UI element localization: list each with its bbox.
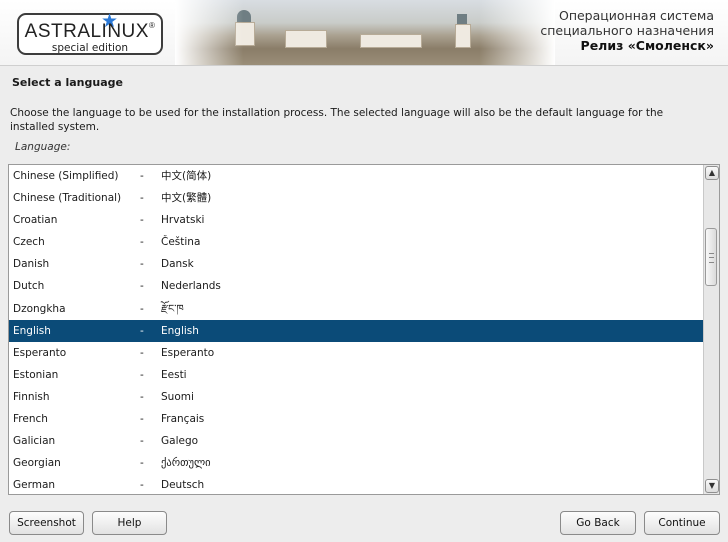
native-name: Suomi <box>161 390 194 403</box>
native-name: Hrvatski <box>161 214 205 227</box>
scroll-down-arrow-icon[interactable]: ▼ <box>705 479 719 493</box>
language-rows: Chinese (Simplified) - 中文(简体) Chinese (Trad… <box>9 165 704 494</box>
language-name: Galician <box>13 435 56 448</box>
header-banner: ★ ASTRALINUX® special edition Операционн… <box>0 0 728 66</box>
scroll-up-arrow-icon[interactable]: ▲ <box>705 166 719 180</box>
separator: - <box>140 413 144 426</box>
language-row[interactable]: Dutch - Nederlands <box>9 275 704 297</box>
separator: - <box>140 346 144 359</box>
language-row[interactable]: Danish - Dansk <box>9 253 704 275</box>
language-name: Estonian <box>13 368 59 381</box>
language-row[interactable]: Dzongkha - རྫོང་ཁ <box>9 298 704 320</box>
page-title: Select a language <box>12 76 123 89</box>
language-list[interactable]: Chinese (Simplified) - 中文(简体) Chinese (Trad… <box>8 164 720 495</box>
os-line-2: специального назначения <box>540 23 714 38</box>
native-name: ქართული <box>161 457 211 470</box>
language-row[interactable]: Finnish - Suomi <box>9 386 704 408</box>
language-name: Dutch <box>13 280 45 293</box>
screenshot-button[interactable]: Screenshot <box>9 511 84 535</box>
language-row[interactable]: Czech - Čeština <box>9 231 704 253</box>
native-name: Deutsch <box>161 479 205 492</box>
separator: - <box>140 170 144 182</box>
page-description: Choose the language to be used for the i… <box>10 107 664 133</box>
language-row[interactable]: German - Deutsch <box>9 474 704 494</box>
language-row[interactable]: Chinese (Simplified) - 中文(简体) <box>9 165 704 187</box>
language-row[interactable]: Croatian - Hrvatski <box>9 209 704 231</box>
language-name: Croatian <box>13 214 58 227</box>
native-name: 中文(繁體) <box>161 192 212 205</box>
native-name: Galego <box>161 435 199 448</box>
os-description: Операционная система специального назнач… <box>540 8 714 53</box>
separator: - <box>140 280 144 293</box>
language-name: German <box>13 479 56 492</box>
logo-subtitle: special edition <box>51 42 129 54</box>
language-name: English <box>13 324 51 337</box>
language-row[interactable]: Estonian - Eesti <box>9 364 704 386</box>
native-name: Esperanto <box>161 346 215 359</box>
language-name: Esperanto <box>13 346 67 359</box>
separator: - <box>140 214 144 227</box>
os-line-1: Операционная система <box>558 8 714 23</box>
language-name: Finnish <box>13 390 50 403</box>
vertical-scrollbar[interactable]: ▲ ▼ <box>703 165 719 494</box>
language-row[interactable]: French - Français <box>9 408 704 430</box>
separator: - <box>140 192 144 205</box>
native-name: Français <box>161 413 205 426</box>
release-name: Релиз «Смоленск» <box>580 38 714 53</box>
go-back-button[interactable]: Go Back <box>560 511 636 535</box>
language-name: Czech <box>13 236 45 249</box>
separator: - <box>140 457 144 470</box>
native-name: Čeština <box>161 236 201 249</box>
city-panorama-image <box>175 0 555 65</box>
help-button[interactable]: Help <box>92 511 167 535</box>
language-list-label: Language: <box>15 141 71 153</box>
native-name: རྫོང་ཁ <box>161 302 184 315</box>
astralinux-logo: ★ ASTRALINUX® special edition <box>17 12 163 55</box>
language-name: Georgian <box>13 457 61 470</box>
language-row[interactable]: Chinese (Traditional) - 中文(繁體) <box>9 187 704 209</box>
native-name: Dansk <box>161 258 194 271</box>
separator: - <box>140 479 144 492</box>
native-name: Nederlands <box>161 280 221 293</box>
separator: - <box>140 368 144 381</box>
language-name: Dzongkha <box>13 302 66 315</box>
language-name: Chinese (Simplified) <box>13 170 119 182</box>
language-row[interactable]: English - English <box>9 319 704 342</box>
native-name: English <box>161 324 199 337</box>
language-row[interactable]: Georgian - ქართული <box>9 452 704 474</box>
language-name: Chinese (Traditional) <box>13 192 122 205</box>
separator: - <box>140 258 144 271</box>
separator: - <box>140 390 144 403</box>
separator: - <box>140 236 144 249</box>
separator: - <box>140 324 144 337</box>
scrollbar-thumb[interactable] <box>705 228 717 286</box>
logo-name: ASTRALINUX® <box>24 21 156 42</box>
native-name: Eesti <box>161 368 187 381</box>
language-row[interactable]: Galician - Galego <box>9 430 704 452</box>
continue-button[interactable]: Continue <box>644 511 720 535</box>
language-row[interactable]: Esperanto - Esperanto <box>9 342 704 364</box>
language-name: Danish <box>13 258 50 271</box>
separator: - <box>140 302 144 315</box>
native-name: 中文(简体) <box>161 170 212 182</box>
language-name: French <box>13 413 48 426</box>
separator: - <box>140 435 144 448</box>
